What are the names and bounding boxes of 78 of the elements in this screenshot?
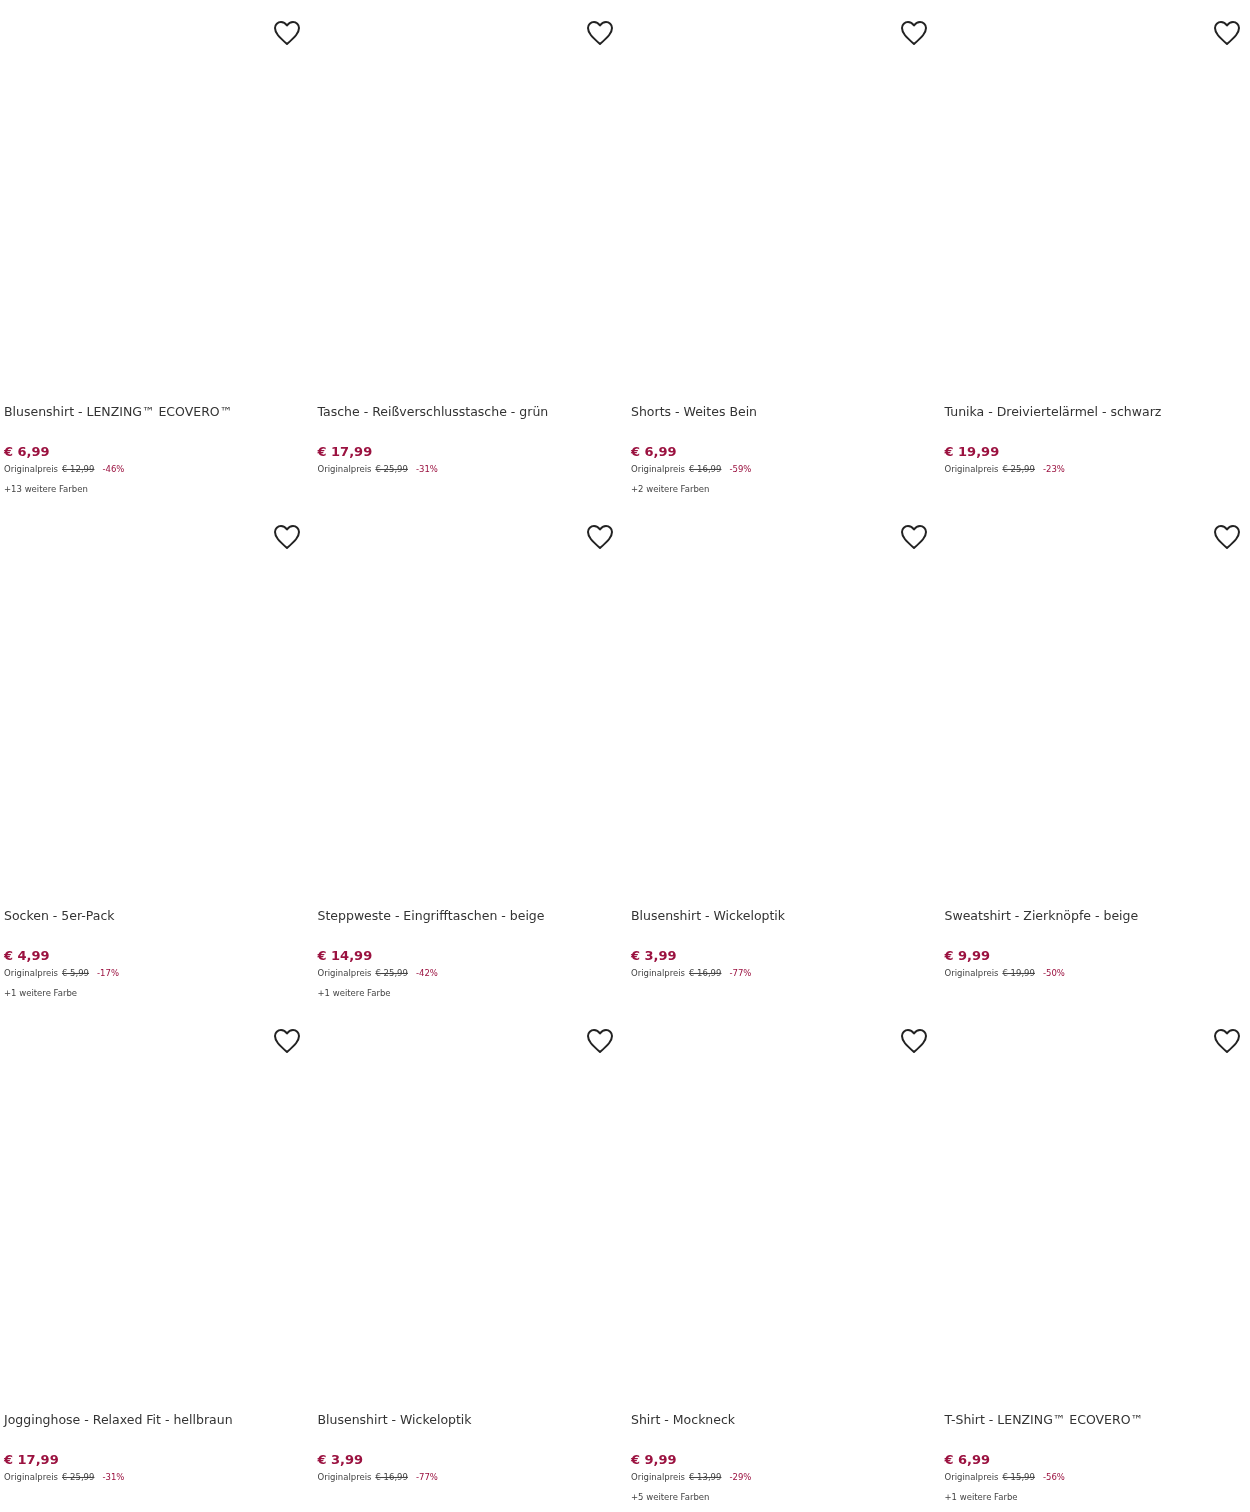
heart-icon[interactable]	[1213, 20, 1241, 46]
original-price-label: Originalpreis	[944, 463, 999, 476]
discount: -77%	[415, 1471, 438, 1484]
original-price: € 25,99	[62, 1471, 95, 1484]
discount: -50%	[1042, 967, 1065, 980]
original-price-label: Originalpreis	[631, 967, 685, 980]
original-price: € 16,99	[689, 967, 722, 980]
sale-price: € 9,99	[944, 947, 992, 965]
discount: -23%	[1042, 463, 1065, 476]
original-price: € 25,99	[1002, 463, 1035, 476]
original-price-label: Originalpreis	[4, 967, 58, 980]
more-colors-link[interactable]: +5 weitere Farben	[631, 1490, 710, 1504]
discount: -77%	[729, 967, 752, 980]
sale-price: € 6,99	[4, 443, 51, 461]
more-colors-link[interactable]: +2 weitere Farben	[631, 482, 710, 496]
original-price: € 19,99	[1002, 967, 1035, 980]
more-colors-link[interactable]: +1 weitere Farbe	[317, 986, 391, 1000]
original-price-label: Originalpreis	[317, 463, 372, 476]
heart-icon[interactable]	[1213, 524, 1241, 550]
original-price: € 16,99	[375, 1471, 408, 1484]
original-price: € 25,99	[375, 463, 408, 476]
more-colors-link[interactable]: +13 weitere Farben	[4, 482, 88, 496]
original-price-label: Originalpreis	[944, 1471, 999, 1484]
product-name[interactable]: Jogginghose - Relaxed Fit - hellbraun	[4, 1408, 306, 1432]
product-name[interactable]: Steppweste - Eingrifftaschen - beige	[317, 904, 619, 928]
original-price-label: Originalpreis	[944, 967, 999, 980]
heart-icon[interactable]	[899, 1028, 928, 1054]
heart-icon[interactable]	[272, 524, 301, 550]
product-name[interactable]: Tunika - Dreiviertelärmel - schwarz	[944, 400, 1246, 424]
product-name[interactable]: Blusenshirt - LENZING™ ECOVERO™	[4, 400, 306, 424]
original-price: € 25,99	[375, 967, 408, 980]
original-price-label: Originalpreis	[317, 1471, 372, 1484]
original-price-label: Originalpreis	[631, 463, 685, 476]
heart-icon[interactable]	[1213, 1028, 1241, 1054]
original-price-label: Originalpreis	[4, 463, 58, 476]
heart-icon[interactable]	[586, 524, 614, 550]
product-name[interactable]: Socken - 5er-Pack	[4, 904, 306, 928]
sale-price: € 6,99	[631, 443, 678, 461]
heart-icon[interactable]	[272, 20, 301, 46]
original-price-label: Originalpreis	[317, 967, 372, 980]
product-name[interactable]: Blusenshirt - Wickeloptik	[317, 1408, 619, 1432]
sale-price: € 9,99	[631, 1451, 678, 1469]
discount: -59%	[729, 463, 752, 476]
more-colors-link[interactable]: +1 weitere Farbe	[944, 1490, 1018, 1504]
discount: -17%	[97, 967, 119, 980]
sale-price: € 3,99	[631, 947, 678, 965]
product-name[interactable]: Shorts - Weites Bein	[631, 400, 933, 424]
original-price-label: Originalpreis	[631, 1471, 685, 1484]
original-price: € 13,99	[689, 1471, 722, 1484]
sale-price: € 6,99	[944, 1451, 992, 1469]
original-price-label: Originalpreis	[4, 1471, 58, 1484]
sale-price: € 17,99	[317, 443, 374, 461]
heart-icon[interactable]	[899, 524, 928, 550]
original-price: € 5,99	[62, 967, 90, 980]
heart-icon[interactable]	[586, 20, 614, 46]
discount: -31%	[415, 463, 438, 476]
original-price: € 12,99	[62, 463, 95, 476]
product-name[interactable]: Shirt - Mockneck	[631, 1408, 933, 1432]
original-price: € 16,99	[689, 463, 722, 476]
sale-price: € 4,99	[4, 947, 51, 965]
heart-icon[interactable]	[272, 1028, 301, 1054]
discount: -56%	[1042, 1471, 1065, 1484]
discount: -31%	[102, 1471, 125, 1484]
sale-price: € 14,99	[317, 947, 374, 965]
discount: -42%	[415, 967, 438, 980]
heart-icon[interactable]	[586, 1028, 614, 1054]
more-colors-link[interactable]: +1 weitere Farbe	[4, 986, 77, 1000]
discount: -29%	[729, 1471, 752, 1484]
product-name[interactable]: Sweatshirt - Zierknöpfe - beige	[944, 904, 1246, 928]
product-name[interactable]: Blusenshirt - Wickeloptik	[631, 904, 933, 928]
sale-price: € 19,99	[944, 443, 1001, 461]
heart-icon[interactable]	[899, 20, 928, 46]
original-price: € 15,99	[1002, 1471, 1035, 1484]
sale-price: € 3,99	[317, 1451, 365, 1469]
discount: -46%	[102, 463, 125, 476]
sale-price: € 17,99	[4, 1451, 60, 1469]
product-name[interactable]: Tasche - Reißverschlusstasche - grün	[317, 400, 619, 424]
product-name[interactable]: T-Shirt - LENZING™ ECOVERO™	[944, 1408, 1246, 1432]
